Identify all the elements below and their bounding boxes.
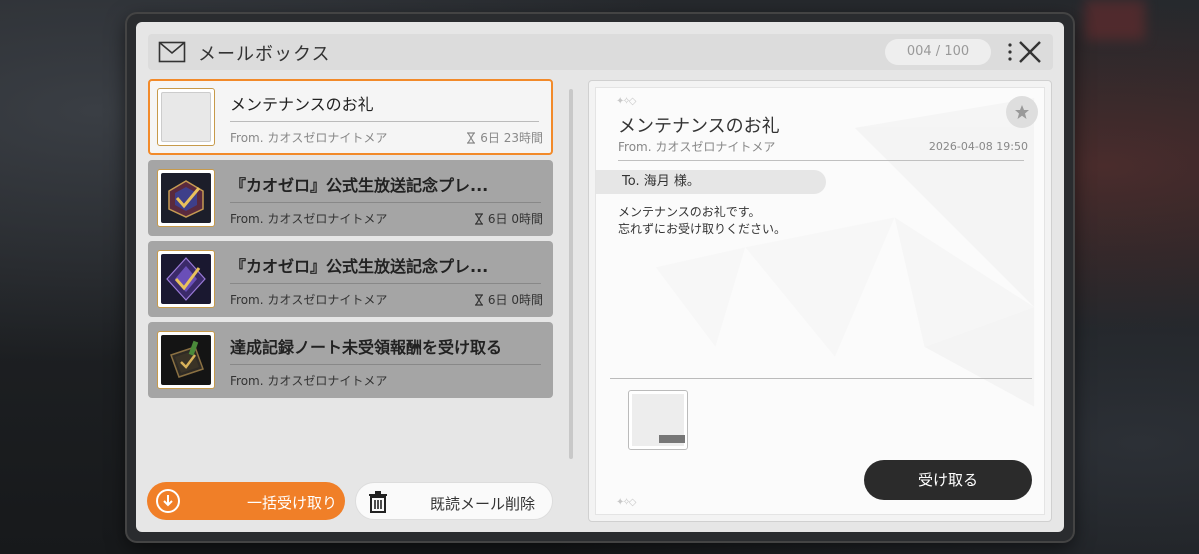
mail-thumbnail [157, 88, 215, 146]
divider [230, 283, 541, 284]
notebook-icon [161, 335, 211, 385]
mail-sender: From. カオスゼロナイトメア [230, 212, 388, 226]
attachment-count-badge [659, 435, 685, 443]
blank-item-icon [161, 92, 211, 142]
mail-icon [158, 41, 186, 63]
mailbox-header: メールボックス 004 / 100 [148, 34, 1053, 70]
divider [610, 378, 1032, 379]
mail-expiry: 6日 0時間 [474, 291, 543, 308]
detail-message: メンテナンスのお礼です。 忘れずにお受け取りください。 [618, 204, 786, 238]
mail-item[interactable]: メンテナンスのお礼 From. カオスゼロナイトメア 6日 23時間 [148, 79, 553, 155]
sparkle-decoration: ✦✧◇ [616, 96, 637, 107]
mail-thumbnail [157, 331, 215, 389]
close-icon[interactable] [1016, 38, 1044, 66]
bulk-receive-label: 一括受け取り [247, 494, 338, 512]
divider [618, 160, 1024, 161]
mail-expiry: 6日 0時間 [474, 210, 543, 227]
mail-sender: From. カオスゼロナイトメア [230, 131, 388, 145]
detail-sender: From. カオスゼロナイトメア [618, 140, 776, 154]
message-line: 忘れずにお受け取りください。 [618, 222, 787, 236]
mail-thumbnail [157, 169, 215, 227]
divider [230, 121, 539, 122]
download-circle-icon [156, 489, 180, 513]
mail-sender: From. カオスゼロナイトメア [230, 293, 388, 307]
more-icon[interactable] [1006, 40, 1014, 64]
recipient-pill: To. 海月 様。 [596, 170, 826, 194]
mail-expiry-text: 6日 23時間 [480, 131, 543, 145]
crystal-box-icon [161, 173, 211, 223]
detail-subject: メンテナンスのお礼 [618, 116, 780, 137]
recipient-text: To. 海月 様。 [622, 174, 700, 189]
mail-expiry: 6日 23時間 [466, 129, 543, 146]
favorite-button[interactable] [1006, 96, 1038, 128]
mail-thumbnail [157, 250, 215, 308]
page-title: メールボックス [198, 44, 331, 65]
list-scrollbar[interactable] [569, 89, 573, 459]
bulk-receive-button[interactable]: 一括受け取り [147, 482, 345, 520]
mail-subject: 『カオゼロ』公式生放送記念プレ... [230, 257, 489, 276]
divider [230, 364, 541, 365]
mail-subject: メンテナンスのお礼 [230, 95, 374, 114]
detail-date: 2026-04-08 19:50 [928, 140, 1028, 153]
mail-list: メンテナンスのお礼 From. カオスゼロナイトメア 6日 23時間 『カオゼロ… [148, 79, 555, 403]
sparkle-decoration: ✦✧◇ [616, 497, 637, 508]
attachment-item[interactable] [628, 390, 688, 450]
mail-detail-body: ✦✧◇ ✦✧◇ メンテナンスのお礼 From. カオスゼロナイトメア 2026-… [595, 87, 1045, 515]
mail-detail: ✦✧◇ ✦✧◇ メンテナンスのお礼 From. カオスゼロナイトメア 2026-… [588, 80, 1052, 522]
receive-button[interactable]: 受け取る [864, 460, 1032, 500]
delete-read-label: 既読メール削除 [430, 495, 536, 513]
mail-subject: 『カオゼロ』公式生放送記念プレ... [230, 176, 489, 195]
delete-read-button[interactable]: 既読メール削除 [355, 482, 553, 520]
mail-item[interactable]: 『カオゼロ』公式生放送記念プレ... From. カオスゼロナイトメア 6日 0… [148, 160, 553, 236]
mail-item[interactable]: 達成記録ノート未受領報酬を受け取る From. カオスゼロナイトメア [148, 322, 553, 398]
mailbox-panel: メールボックス 004 / 100 メンテナンスのお礼 From. カオスゼロナ… [136, 22, 1064, 532]
message-line: メンテナンスのお礼です。 [618, 205, 761, 219]
crystal-box-icon [161, 254, 211, 304]
divider [230, 202, 541, 203]
mail-expiry-text: 6日 0時間 [487, 293, 543, 307]
trash-icon [369, 491, 387, 513]
star-icon [1015, 105, 1029, 119]
mail-expiry-text: 6日 0時間 [487, 212, 543, 226]
hourglass-icon [474, 293, 483, 306]
mail-subject: 達成記録ノート未受領報酬を受け取る [230, 338, 503, 357]
mail-item[interactable]: 『カオゼロ』公式生放送記念プレ... From. カオスゼロナイトメア 6日 0… [148, 241, 553, 317]
hourglass-icon [467, 131, 476, 144]
hourglass-icon [474, 212, 483, 225]
mail-counter: 004 / 100 [885, 39, 991, 65]
mail-sender: From. カオスゼロナイトメア [230, 374, 388, 388]
